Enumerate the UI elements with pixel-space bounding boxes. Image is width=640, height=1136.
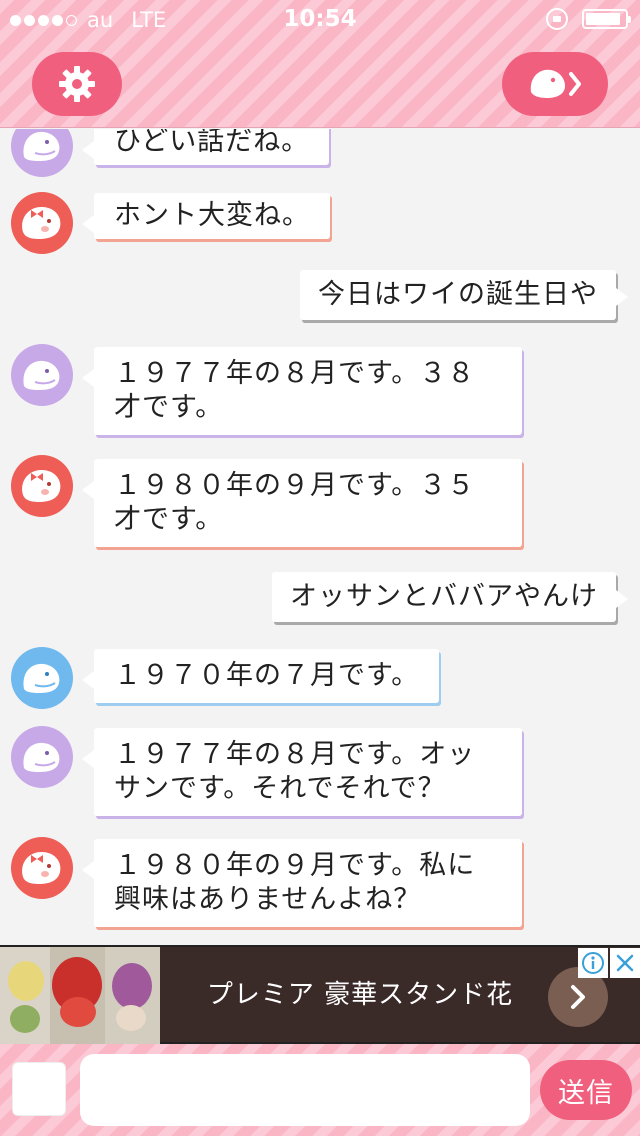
ad-flower-image[interactable]: [0, 947, 160, 1044]
message-bubble: １９７０年の７月です。: [81, 649, 440, 703]
info-icon: [582, 952, 604, 974]
message-text: １９８０年の９月です。私に興味はありませんよね？: [114, 850, 476, 915]
ad-text[interactable]: プレミア 豪華スタンド花: [160, 947, 560, 1044]
purple-character-icon: [11, 344, 73, 406]
status-time: 10:54: [283, 6, 357, 32]
user-message-bubble: オッサンとババアやんけ: [272, 572, 628, 622]
battery-icon: [582, 9, 631, 29]
red-character-avatar[interactable]: [11, 192, 73, 254]
message-bubble: １９８０年の９月です。私に興味はありませんよね？: [82, 839, 522, 927]
message-text: ホント大変ね。: [114, 200, 310, 231]
close-icon: [616, 954, 634, 972]
ad-info-button[interactable]: [578, 948, 608, 978]
next-character-button[interactable]: [502, 52, 608, 116]
red-character-avatar[interactable]: [11, 455, 73, 517]
status-bar: au LTE 10:54: [0, 0, 640, 40]
ad-banner[interactable]: プレミア 豪華スタンド花: [0, 945, 640, 1044]
character-arrow-icon: [530, 69, 581, 98]
message-text: １９７７年の８月です。３８才です。: [114, 358, 476, 423]
red-character-icon: [11, 192, 73, 254]
blue-character-avatar[interactable]: [11, 647, 73, 709]
send-button[interactable]: 送信: [540, 1060, 632, 1120]
purple-character-avatar[interactable]: [11, 344, 73, 406]
settings-button[interactable]: [32, 52, 122, 116]
chevron-right-icon: [571, 985, 585, 1009]
red-character-avatar[interactable]: [11, 837, 73, 899]
message-bubble: １９７７年の８月です。オッサンです。それでそれで？: [82, 728, 522, 816]
purple-character-avatar[interactable]: [11, 726, 73, 788]
message-input[interactable]: [80, 1054, 530, 1126]
chat-area[interactable]: ひどい話だね。 ホント大変ね。 今日はワイの誕生日や １９７７年の８月です。３８…: [0, 129, 640, 945]
red-character-icon: [11, 455, 73, 517]
message-bubble: １９７７年の８月です。３８才です。: [82, 347, 522, 435]
purple-character-avatar[interactable]: [11, 129, 73, 177]
message-bubble: ホント大変ね。: [82, 193, 330, 239]
user-message-bubble: 今日はワイの誕生日や: [300, 270, 628, 320]
message-text: オッサンとババアやんけ: [290, 581, 598, 612]
message-bubble: ひどい話だね。: [81, 129, 330, 165]
battery-level-fill: [586, 13, 621, 25]
blue-character-icon: [11, 647, 73, 709]
message-text: １９７７年の８月です。オッサンです。それでそれで？: [114, 739, 476, 804]
message-text: １９８０年の９月です。３５才です。: [114, 470, 476, 535]
purple-character-icon: [11, 726, 73, 788]
message-text: １９７０年の７月です。: [114, 660, 420, 691]
message-text: 今日はワイの誕生日や: [318, 279, 598, 310]
purple-character-icon: [11, 129, 73, 177]
stamp-button[interactable]: [12, 1062, 66, 1116]
message-bubble: １９８０年の９月です。３５才です。: [82, 459, 522, 547]
status-right: [546, 8, 631, 30]
rotation-lock-icon: [546, 8, 568, 30]
app-header: au LTE 10:54: [0, 0, 640, 128]
input-bar: 送信: [0, 1044, 640, 1136]
message-text: ひどい話だね。: [114, 129, 310, 157]
red-character-icon: [11, 837, 73, 899]
ad-close-button[interactable]: [610, 948, 640, 978]
send-button-label: 送信: [558, 1077, 614, 1109]
gear-icon: [59, 66, 95, 102]
